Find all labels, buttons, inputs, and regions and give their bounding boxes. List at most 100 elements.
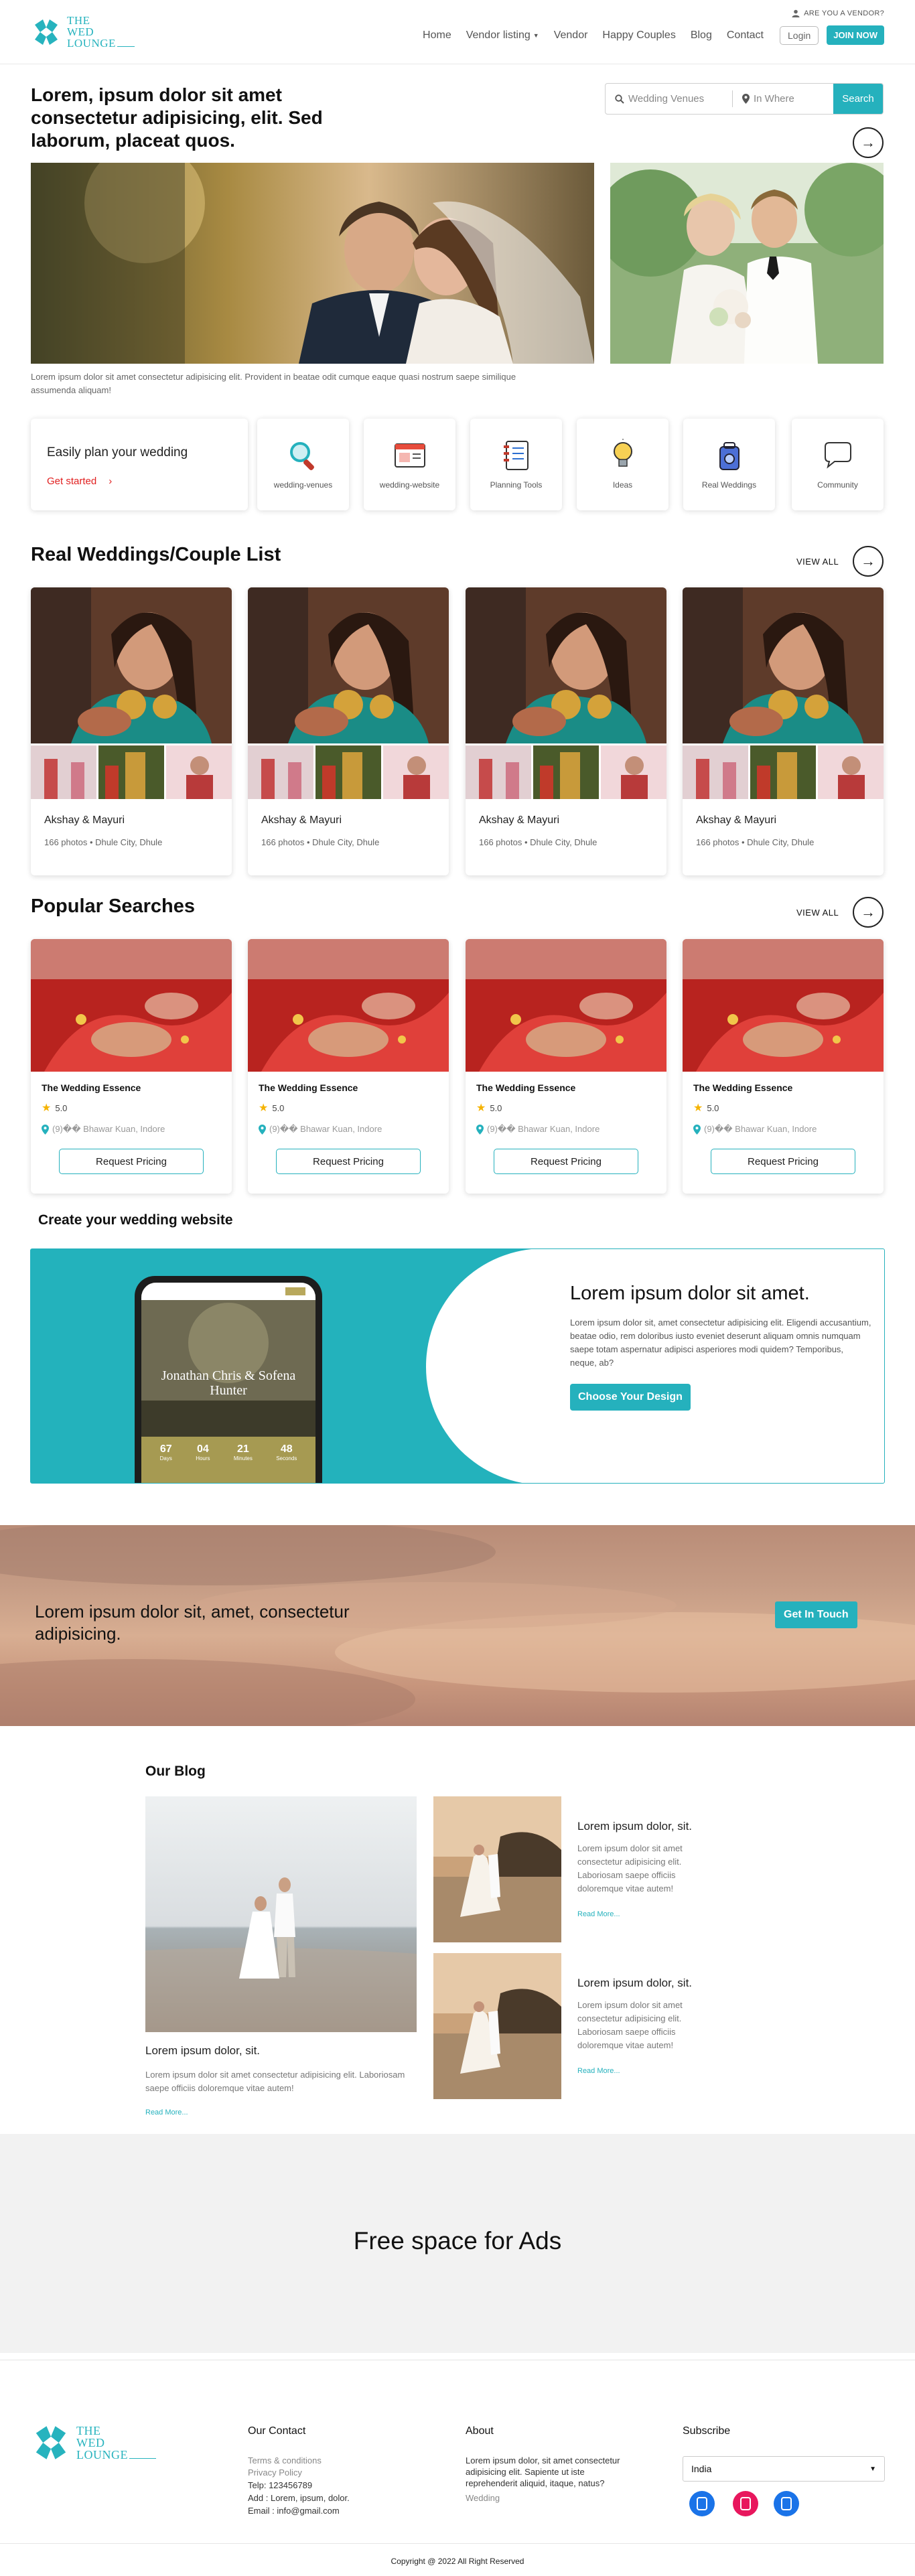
site-logo[interactable]: THE WED LOUNGE [31,15,135,49]
user-icon [792,9,800,17]
couple-card[interactable]: Akshay & Mayuri 166 photos • Dhule City,… [248,587,449,875]
get-started-link[interactable]: Get started › [47,476,112,487]
vendor-photo [31,939,232,1072]
couple-thumb-3 [818,745,884,799]
vendor-rating-value: 5.0 [707,1102,719,1113]
plan-item-wedding-venues[interactable]: wedding-venues [257,419,349,510]
star-icon: ★ [476,1102,486,1114]
plan-item-wedding-website[interactable]: wedding-website [364,419,455,510]
real-weddings-next-arrow-icon[interactable]: → [853,546,884,577]
request-pricing-button[interactable]: Request Pricing [494,1149,638,1174]
vendor-question-link[interactable]: ARE YOU A VENDOR? [792,9,884,17]
nav-happy-couples[interactable]: Happy Couples [602,29,675,42]
venue-search-field[interactable]: Wedding Venues [606,90,733,107]
blog-featured-read-more[interactable]: Read More... [145,2108,188,2117]
plan-item-label: wedding-venues [273,480,333,490]
nav-blog[interactable]: Blog [691,29,712,42]
country-select[interactable]: India ▼ [683,2456,885,2482]
blog-post-image[interactable] [433,1953,561,2099]
social-instagram-2-icon[interactable] [733,2491,758,2516]
location-search-placeholder: In Where [754,93,794,104]
vendor-card[interactable]: The Wedding Essence ★ 5.0 (9)�� Bhawar Ku… [466,939,666,1194]
blog-post-image[interactable] [433,1796,561,1942]
blog-post-text: Lorem ipsum dolor sit amet consectetur a… [577,2000,683,2050]
nav-vendor-listing[interactable]: Vendor listing ▼ [466,29,539,42]
couple-card[interactable]: Akshay & Mayuri 166 photos • Dhule City,… [31,587,232,875]
vendor-location: (9)�� Bhawar Kuan, Indore [693,1124,817,1135]
footer-terms-link[interactable]: Terms & conditions [248,2455,322,2466]
couple-card[interactable]: Akshay & Mayuri 166 photos • Dhule City,… [466,587,666,875]
vendor-rating: ★ 5.0 [259,1101,284,1115]
map-pin-icon [693,1124,701,1135]
request-pricing-button[interactable]: Request Pricing [711,1149,855,1174]
plan-item-real-weddings[interactable]: Real Weddings [683,419,775,510]
star-icon: ★ [693,1102,703,1114]
site-header: THE WED LOUNGE ARE YOU A VENDOR? Home Ve… [0,0,915,64]
blog-post-heading[interactable]: Lorem ipsum dolor, sit. [577,1820,692,1833]
couple-thumb-1 [248,745,313,799]
plan-item-planning-tools[interactable]: Planning Tools [470,419,562,510]
request-pricing-button[interactable]: Request Pricing [59,1149,204,1174]
magnifier-icon [290,442,314,470]
main-nav: Home Vendor listing ▼ Vendor Happy Couple… [408,25,884,45]
vendor-location-text: (9)�� Bhawar Kuan, Indore [487,1124,600,1134]
nav-contact[interactable]: Contact [727,29,764,42]
vendor-rating: ★ 5.0 [42,1101,67,1115]
vendor-photo [683,939,884,1072]
location-search-field[interactable]: In Where [733,84,833,114]
vendor-location-text: (9)�� Bhawar Kuan, Indore [704,1124,817,1134]
hero-image-side [610,163,884,364]
footer-logo-line-1: THE [76,2424,101,2437]
vendor-card[interactable]: The Wedding Essence ★ 5.0 (9)�� Bhawar Ku… [683,939,884,1194]
vendor-card[interactable]: The Wedding Essence ★ 5.0 (9)�� Bhawar Ku… [248,939,449,1194]
get-in-touch-button[interactable]: Get In Touch [775,1601,857,1628]
plan-wedding-card[interactable]: Easily plan your wedding Get started › [31,419,248,510]
countdown-unit-label: Days [159,1455,172,1461]
copyright-text: Copyright @ 2022 All Right Reserved [391,2557,524,2566]
choose-design-button[interactable]: Choose Your Design [570,1384,691,1411]
countdown-value: 48 [280,1443,293,1455]
get-in-touch-banner: Lorem ipsum dolor sit, amet, consectetur… [0,1525,915,1726]
social-instagram-3-icon[interactable] [774,2491,799,2516]
logo-mark-icon [35,19,58,45]
browser-window-icon [395,443,425,468]
vendor-card[interactable]: The Wedding Essence ★ 5.0 (9)�� Bhawar Ku… [31,939,232,1194]
nav-vendor[interactable]: Vendor [554,29,588,42]
blog-featured-image[interactable] [145,1796,417,2032]
couple-name: Akshay & Mayuri [261,814,342,826]
popular-searches-view-all[interactable]: VIEW ALL [796,908,839,918]
nav-home[interactable]: Home [423,29,451,42]
couple-thumb-2 [750,745,816,799]
real-weddings-view-all[interactable]: VIEW ALL [796,557,839,567]
vendor-question-text: ARE YOU A VENDOR? [804,9,884,17]
plan-item-ideas[interactable]: Ideas [577,419,668,510]
request-pricing-button[interactable]: Request Pricing [276,1149,421,1174]
chevron-down-icon: ▼ [869,2465,876,2473]
countdown-value: 67 [159,1443,172,1455]
join-now-button[interactable]: JOIN NOW [827,25,884,45]
vendor-location: (9)�� Bhawar Kuan, Indore [259,1124,382,1135]
search-button[interactable]: Search [833,84,883,114]
ads-space: Free space for Ads [0,2134,915,2353]
social-instagram-1-icon[interactable] [689,2491,715,2516]
plan-item-community[interactable]: Community [792,419,884,510]
couple-thumbnails [683,745,884,799]
footer-privacy-link[interactable]: Privacy Policy [248,2467,302,2478]
blog-post-read-more[interactable]: Read More... [577,2067,620,2075]
popular-searches-next-arrow-icon[interactable]: → [853,897,884,928]
couple-card[interactable]: Akshay & Mayuri 166 photos • Dhule City,… [683,587,884,875]
couple-meta: 166 photos • Dhule City, Dhule [696,837,815,847]
blog-post-read-more[interactable]: Read More... [577,1910,620,1918]
hero-next-arrow-icon[interactable]: → [853,127,884,158]
countdown-unit: 21 Minutes [234,1443,253,1461]
blog-post-heading[interactable]: Lorem ipsum dolor, sit. [577,1977,692,1990]
plan-item-label: Community [817,480,858,490]
blog-featured-heading[interactable]: Lorem ipsum dolor, sit. [145,2044,260,2058]
footer-about-link[interactable]: Wedding [466,2492,500,2504]
couple-thumb-2 [533,745,599,799]
search-icon [615,94,624,104]
nav-vendor-listing-label: Vendor listing [466,29,531,41]
login-button[interactable]: Login [780,25,819,45]
caret-down-icon: ▼ [533,31,539,39]
footer-logo[interactable]: THE WED LOUNGE [31,2423,156,2463]
